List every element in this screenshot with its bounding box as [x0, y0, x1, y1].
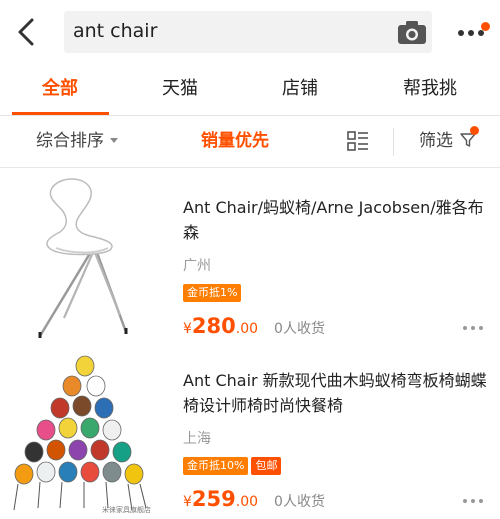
list-layout-icon [347, 131, 368, 151]
product-title[interactable]: Ant Chair/蚂蚁椅/Arne Jacobsen/雅各布森 [183, 195, 493, 245]
sold-count: 0人收货 [274, 321, 325, 337]
tab-tmall[interactable]: 天猫 [130, 64, 230, 116]
layout-toggle-button[interactable] [347, 130, 369, 152]
price-integer: 280 [191, 314, 236, 338]
stacked-chairs-image: 米徕家具旗舰店 [0, 352, 170, 519]
svg-text:米徕家具旗舰店: 米徕家具旗舰店 [102, 505, 151, 514]
price-line: ¥259.00 0人收货 [183, 487, 493, 517]
price-line: ¥280.00 0人收货 [183, 314, 493, 344]
more-dots-icon [463, 326, 467, 330]
price-decimal: .00 [235, 494, 259, 510]
notification-dot [481, 22, 490, 31]
sort-bar: 综合排序 销量优先 筛选 [0, 116, 500, 168]
search-box[interactable]: ant chair [64, 11, 432, 53]
back-chevron-icon [18, 18, 34, 46]
sort-sales-button[interactable]: 销量优先 [201, 116, 269, 168]
ant-chair-image [0, 168, 170, 343]
product-title[interactable]: Ant Chair 新款现代曲木蚂蚁椅弯板椅蝴蝶椅设计师椅时尚快餐椅 [183, 368, 493, 418]
product-badges: 金币抵1% [183, 284, 493, 304]
camera-button[interactable] [396, 18, 428, 46]
product-location: 上海 [183, 431, 211, 447]
caret-down-icon [110, 138, 118, 143]
camera-icon [398, 21, 426, 44]
price-decimal: .00 [235, 321, 259, 337]
product-info: Ant Chair 新款现代曲木蚂蚁椅弯板椅蝴蝶椅设计师椅时尚快餐椅 上海 金币… [183, 368, 493, 517]
more-menu-button[interactable] [456, 22, 490, 42]
coin-discount-badge: 金币抵10% [183, 457, 249, 475]
search-input[interactable]: ant chair [73, 20, 157, 42]
product-badges: 金币抵10% 包邮 [183, 457, 493, 477]
active-tab-indicator [12, 112, 109, 115]
free-shipping-badge: 包邮 [251, 457, 282, 475]
item-more-button[interactable] [463, 499, 485, 505]
product-image[interactable]: 米徕家具旗舰店 [0, 352, 170, 519]
product-image[interactable] [0, 168, 170, 343]
tab-all[interactable]: 全部 [10, 64, 110, 116]
product-location: 广州 [183, 258, 211, 274]
search-tabs: 全部 天猫 店铺 帮我挑 [0, 64, 500, 116]
sort-overall-button[interactable]: 综合排序 [36, 116, 118, 168]
sort-overall-label: 综合排序 [36, 131, 104, 151]
coin-discount-badge: 金币抵1% [183, 284, 242, 302]
filter-button[interactable]: 筛选 [419, 116, 477, 168]
currency-symbol: ¥ [183, 321, 192, 337]
filter-label: 筛选 [419, 131, 453, 151]
product-item[interactable]: Ant Chair/蚂蚁椅/Arne Jacobsen/雅各布森 广州 金币抵1… [0, 168, 500, 350]
price-integer: 259 [191, 487, 236, 511]
currency-symbol: ¥ [183, 494, 192, 510]
tab-help-me-pick[interactable]: 帮我挑 [380, 64, 480, 116]
sold-count: 0人收货 [274, 494, 325, 510]
back-button[interactable] [10, 14, 44, 50]
divider [393, 128, 394, 156]
item-more-button[interactable] [463, 326, 485, 332]
tab-stores[interactable]: 店铺 [250, 64, 350, 116]
more-dots-icon [458, 30, 464, 36]
more-dots-icon [463, 499, 467, 503]
filter-notification-dot [470, 126, 479, 135]
product-info: Ant Chair/蚂蚁椅/Arne Jacobsen/雅各布森 广州 金币抵1… [183, 195, 493, 344]
top-bar: ant chair [0, 0, 500, 64]
product-item[interactable]: 米徕家具旗舰店 Ant Chair 新款现代曲木蚂蚁椅弯板椅蝴蝶椅设计师椅时尚快… [0, 350, 500, 519]
